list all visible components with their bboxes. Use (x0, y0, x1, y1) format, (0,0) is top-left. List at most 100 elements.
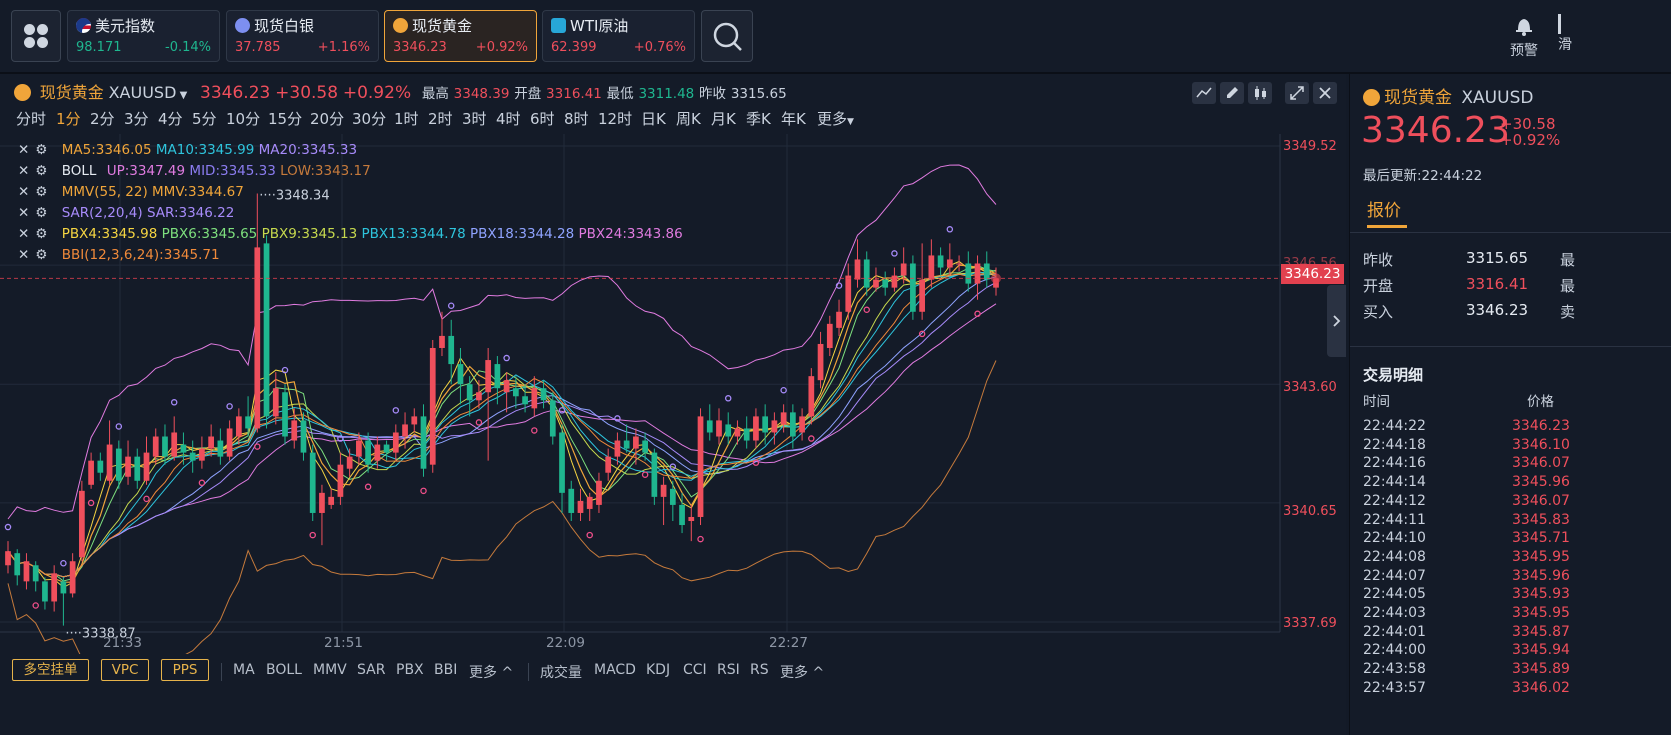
main-indicator-pbx[interactable]: PBX (396, 662, 424, 678)
candle-body (789, 412, 796, 437)
price-axis-tick: 3337.69 (1283, 616, 1337, 631)
candle-body (319, 492, 325, 513)
trade-time: 22:44:12 (1363, 492, 1426, 509)
slide-icon (1558, 14, 1561, 34)
remove-indicator-icon[interactable]: ✕ (18, 142, 29, 158)
remove-indicator-icon[interactable]: ✕ (18, 247, 29, 263)
candle-body (97, 460, 104, 473)
settings-icon[interactable]: ⚙ (35, 247, 47, 263)
interval-item-active[interactable]: 1分 (56, 108, 81, 129)
interval-more[interactable]: 更多▼ (817, 108, 854, 129)
pen-tool-button[interactable] (1220, 82, 1244, 104)
interval-item[interactable]: 日K (641, 108, 666, 129)
settings-icon[interactable]: ⚙ (35, 142, 47, 158)
interval-item[interactable]: 6时 (530, 108, 555, 129)
candle-body (199, 448, 205, 461)
ma20-value: MA20:3345.33 (258, 142, 358, 158)
settings-icon[interactable]: ⚙ (35, 205, 47, 221)
interval-item[interactable]: 分时 (16, 108, 46, 129)
interval-item[interactable]: 15分 (268, 108, 302, 129)
grid-dot-icon (37, 37, 48, 48)
interval-item[interactable]: 20分 (310, 108, 344, 129)
sub-indicator-macd[interactable]: MACD (594, 662, 636, 678)
long-short-orders-tag[interactable]: 多空挂单 (12, 659, 89, 681)
interval-item[interactable]: 1时 (394, 108, 419, 129)
sar-dot (697, 535, 704, 543)
candle-body (596, 480, 602, 505)
interval-item[interactable]: 10分 (226, 108, 260, 129)
remove-indicator-icon[interactable]: ✕ (18, 205, 29, 221)
main-indicator-ma[interactable]: MA (233, 662, 255, 678)
interval-item[interactable]: 月K (711, 108, 736, 129)
main-indicator-more[interactable]: 更多 ^ (469, 662, 513, 682)
interval-item[interactable]: 3时 (462, 108, 487, 129)
remove-indicator-icon[interactable]: ✕ (18, 163, 29, 179)
slide-button[interactable]: 滑 (1558, 14, 1572, 54)
ticker-card-gold[interactable]: 现货黄金 3346.23 +0.92% (384, 10, 537, 62)
alert-button[interactable]: 预警 (1502, 14, 1546, 60)
interval-item[interactable]: 3分 (124, 108, 149, 129)
main-indicator-bbi[interactable]: BBI (434, 662, 457, 678)
settings-icon[interactable]: ⚙ (35, 184, 47, 200)
candle-body (633, 436, 639, 449)
candle-body (937, 255, 944, 268)
row-value: 3316.41 (1466, 275, 1529, 293)
collapse-panel-button[interactable] (1327, 285, 1346, 357)
candle-style-button[interactable] (1248, 82, 1272, 104)
interval-item[interactable]: 周K (676, 108, 701, 129)
settings-icon[interactable]: ⚙ (35, 163, 47, 179)
sub-indicator-rs[interactable]: RS (750, 662, 769, 678)
gold-icon (393, 18, 408, 33)
candle-body (826, 323, 833, 348)
draw-line-tool-button[interactable] (1192, 82, 1216, 104)
interval-item[interactable]: 季K (746, 108, 771, 129)
time-axis-tick: 21:51 (324, 635, 363, 651)
apps-grid-button[interactable] (11, 10, 61, 62)
chevron-down-icon[interactable]: ▼ (176, 90, 188, 101)
sub-indicator-rsi[interactable]: RSI (717, 662, 740, 678)
candle-icon (1255, 86, 1266, 100)
interval-item[interactable]: 8时 (564, 108, 589, 129)
trade-time: 22:44:14 (1363, 474, 1426, 491)
tab-quote[interactable]: 报价 (1367, 196, 1401, 221)
close-chart-button[interactable] (1313, 82, 1337, 104)
sub-indicator-volume[interactable]: 成交量 (540, 662, 582, 682)
row-label: 卖 (1560, 303, 1576, 321)
interval-item[interactable]: 5分 (192, 108, 217, 129)
ticker-name: 现货白银 (254, 17, 315, 35)
side-symbol-header: 现货黄金 XAUUSD (1363, 83, 1533, 108)
candle-body (448, 335, 455, 365)
ticker-card-wti-oil[interactable]: WTI原油 62.399 +0.76% (542, 10, 695, 62)
ticker-card-silver[interactable]: 现货白银 37.785 +1.16% (226, 10, 379, 62)
candle-body (706, 420, 713, 433)
sar-dot (447, 302, 455, 309)
symbol-code[interactable]: XAUUSD (109, 83, 177, 102)
candle-body (162, 436, 168, 457)
fullscreen-button[interactable] (1285, 82, 1309, 104)
sub-indicator-cci[interactable]: CCI (683, 662, 707, 678)
interval-item[interactable]: 2时 (428, 108, 453, 129)
ticker-card-usd-index[interactable]: 美元指数 98.171 -0.14% (67, 10, 220, 62)
vpc-tag[interactable]: VPC (101, 659, 149, 681)
pps-tag[interactable]: PPS (161, 659, 209, 681)
interval-item[interactable]: 12时 (598, 108, 632, 129)
main-indicator-mmv[interactable]: MMV (313, 662, 347, 678)
remove-indicator-icon[interactable]: ✕ (18, 226, 29, 242)
interval-item[interactable]: 年K (781, 108, 806, 129)
settings-icon[interactable]: ⚙ (35, 226, 47, 242)
interval-item[interactable]: 4时 (496, 108, 521, 129)
candle-body (152, 436, 159, 457)
main-indicator-sar[interactable]: SAR (357, 662, 385, 678)
search-button[interactable] (701, 10, 753, 62)
interval-item[interactable]: 30分 (352, 108, 386, 129)
remove-indicator-icon[interactable]: ✕ (18, 184, 29, 200)
interval-item[interactable]: 2分 (90, 108, 115, 129)
candle-body (217, 440, 224, 457)
grid-dot-icon (24, 24, 35, 35)
sub-indicator-more[interactable]: 更多 ^ (780, 662, 824, 682)
candle-body (143, 452, 150, 481)
sub-indicator-kdj[interactable]: KDJ (646, 662, 670, 678)
candle-body (328, 496, 335, 505)
interval-item[interactable]: 4分 (158, 108, 183, 129)
main-indicator-boll[interactable]: BOLL (266, 662, 302, 678)
